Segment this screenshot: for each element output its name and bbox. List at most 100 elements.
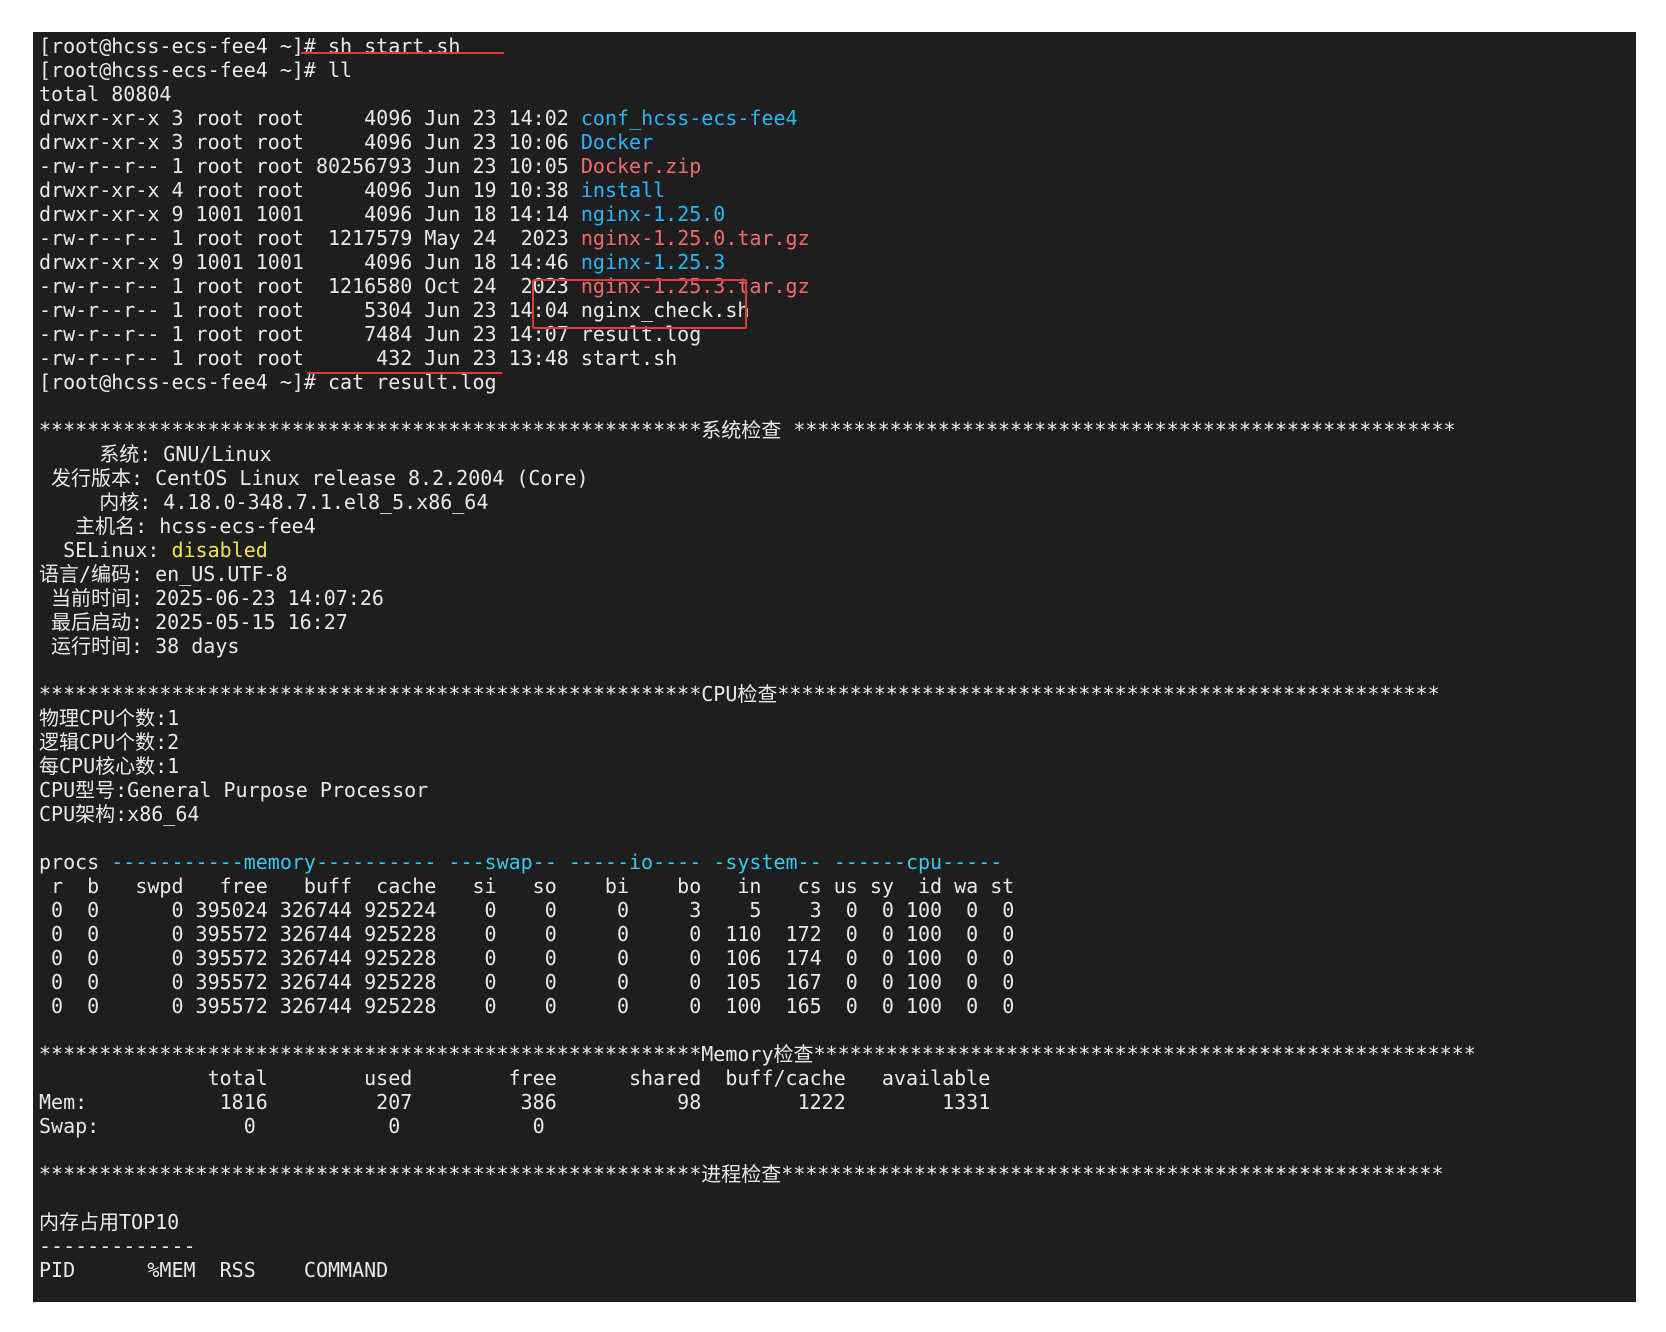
terminal-text: 当前时间: 2025-06-23 14:07:26 <box>39 586 384 610</box>
terminal-line: 物理CPU个数:1 <box>39 706 1476 730</box>
annotation-underline-cat-command <box>307 372 502 374</box>
terminal-line: 内核: 4.18.0-348.7.1.el8_5.x86_64 <box>39 490 1476 514</box>
terminal-text: total 80804 <box>39 82 172 106</box>
terminal-text: PID %MEM RSS COMMAND <box>39 1258 389 1282</box>
terminal-text: 发行版本: CentOS Linux release 8.2.2004 (Cor… <box>39 466 589 490</box>
terminal-colored-text: install <box>580 178 666 202</box>
terminal-line: [root@hcss-ecs-fee4 ~]# cat result.log <box>39 370 1476 394</box>
terminal-line: drwxr-xr-x 9 1001 1001 4096 Jun 18 14:46… <box>39 250 1476 274</box>
terminal-line: 0 0 0 395024 326744 925224 0 0 0 3 5 3 0… <box>39 898 1476 922</box>
terminal-line: ****************************************… <box>39 418 1476 442</box>
terminal-text: r b swpd free buff cache si so bi bo in … <box>39 874 1015 898</box>
terminal-line: SELinux: disabled <box>39 538 1476 562</box>
terminal-text: -rw-r--r-- 1 root root 432 Jun 23 13:48 … <box>39 346 678 370</box>
terminal-line: ------------- <box>39 1234 1476 1258</box>
terminal-window[interactable]: [root@hcss-ecs-fee4 ~]# sh start.sh [root… <box>33 32 1636 1302</box>
terminal-text: 0 0 0 395572 326744 925228 0 0 0 0 105 1… <box>39 970 1015 994</box>
terminal-line: -rw-r--r-- 1 root root 80256793 Jun 23 1… <box>39 154 1476 178</box>
terminal-line: Mem: 1816 207 386 98 1222 1331 <box>39 1090 1476 1114</box>
terminal-text: drwxr-xr-x 3 root root 4096 Jun 23 10:06 <box>39 130 581 154</box>
terminal-text: -rw-r--r-- 1 root root 1217579 May 24 20… <box>39 226 581 250</box>
terminal-text: drwxr-xr-x 3 root root 4096 Jun 23 14:02 <box>39 106 581 130</box>
terminal-text: drwxr-xr-x 9 1001 1001 4096 Jun 18 14:14 <box>39 202 581 226</box>
terminal-text: 0 0 0 395572 326744 925228 0 0 0 0 100 1… <box>39 994 1015 1018</box>
terminal-text: -rw-r--r-- 1 root root 1216580 Oct 24 20… <box>39 274 581 298</box>
terminal-line: 当前时间: 2025-06-23 14:07:26 <box>39 586 1476 610</box>
terminal-line: drwxr-xr-x 3 root root 4096 Jun 23 14:02… <box>39 106 1476 130</box>
terminal-line: CPU型号:General Purpose Processor <box>39 778 1476 802</box>
terminal-line: 最后启动: 2025-05-15 16:27 <box>39 610 1476 634</box>
terminal-line: ****************************************… <box>39 682 1476 706</box>
terminal-text: 0 0 0 395024 326744 925224 0 0 0 3 5 3 0… <box>39 898 1015 922</box>
terminal-line: drwxr-xr-x 4 root root 4096 Jun 19 10:38… <box>39 178 1476 202</box>
terminal-text: 运行时间: 38 days <box>39 634 240 658</box>
terminal-line: 0 0 0 395572 326744 925228 0 0 0 0 105 1… <box>39 970 1476 994</box>
terminal-line: 内存占用TOP10 <box>39 1210 1476 1234</box>
terminal-text: SELinux: <box>39 538 172 562</box>
terminal-line: 系统: GNU/Linux <box>39 442 1476 466</box>
terminal-text: ****************************************… <box>39 682 1440 706</box>
terminal-line: [root@hcss-ecs-fee4 ~]# sh start.sh <box>39 34 1476 58</box>
terminal-text: 内核: 4.18.0-348.7.1.el8_5.x86_64 <box>39 490 489 514</box>
terminal-text: 0 0 0 395572 326744 925228 0 0 0 0 106 1… <box>39 946 1015 970</box>
terminal-line: 每CPU核心数:1 <box>39 754 1476 778</box>
terminal-text: 系统: GNU/Linux <box>39 442 272 466</box>
terminal-text: 主机名: hcss-ecs-fee4 <box>39 514 316 538</box>
terminal-text: 0 0 0 395572 326744 925228 0 0 0 0 110 1… <box>39 922 1015 946</box>
terminal-line: PID %MEM RSS COMMAND <box>39 1258 1476 1282</box>
terminal-line: -rw-r--r-- 1 root root 7484 Jun 23 14:07… <box>39 322 1476 346</box>
terminal-line: ****************************************… <box>39 1162 1476 1186</box>
terminal-line: drwxr-xr-x 3 root root 4096 Jun 23 10:06… <box>39 130 1476 154</box>
terminal-text: [root@hcss-ecs-fee4 ~]# sh start.sh <box>39 34 461 58</box>
terminal-line: 0 0 0 395572 326744 925228 0 0 0 0 106 1… <box>39 946 1476 970</box>
terminal-colored-text: disabled <box>171 538 268 562</box>
terminal-text: ------------- <box>39 1234 196 1258</box>
terminal-text: -rw-r--r-- 1 root root 80256793 Jun 23 1… <box>39 154 581 178</box>
terminal-text: procs <box>39 850 112 874</box>
terminal-text: ****************************************… <box>39 1162 1444 1186</box>
terminal-line: 运行时间: 38 days <box>39 634 1476 658</box>
terminal-text: ****************************************… <box>39 1042 1476 1066</box>
terminal-colored-text: conf_hcss-ecs-fee4 <box>580 106 798 130</box>
terminal-line: 0 0 0 395572 326744 925228 0 0 0 0 100 1… <box>39 994 1476 1018</box>
terminal-text: 逻辑CPU个数:2 <box>39 730 180 754</box>
terminal-line: -rw-r--r-- 1 root root 5304 Jun 23 14:04… <box>39 298 1476 322</box>
annotation-underline-start-command <box>301 52 504 54</box>
terminal-text: drwxr-xr-x 4 root root 4096 Jun 19 10:38 <box>39 178 581 202</box>
terminal-line: drwxr-xr-x 9 1001 1001 4096 Jun 18 14:14… <box>39 202 1476 226</box>
terminal-line: 逻辑CPU个数:2 <box>39 730 1476 754</box>
terminal-line: ****************************************… <box>39 1042 1476 1066</box>
terminal-line: 发行版本: CentOS Linux release 8.2.2004 (Cor… <box>39 466 1476 490</box>
terminal-colored-text: -----------memory---------- ---swap-- --… <box>111 850 1003 874</box>
terminal-output: [root@hcss-ecs-fee4 ~]# sh start.sh [root… <box>39 34 1476 1282</box>
terminal-text: [root@hcss-ecs-fee4 ~]# ll <box>39 58 353 82</box>
terminal-line: Swap: 0 0 0 <box>39 1114 1476 1138</box>
terminal-colored-text: nginx-1.25.0.tar.gz <box>580 226 810 250</box>
terminal-line: r b swpd free buff cache si so bi bo in … <box>39 874 1476 898</box>
terminal-text: Mem: 1816 207 386 98 1222 1331 <box>39 1090 991 1114</box>
terminal-colored-text: Docker.zip <box>580 154 702 178</box>
terminal-line: [root@hcss-ecs-fee4 ~]# ll <box>39 58 1476 82</box>
terminal-text: 物理CPU个数:1 <box>39 706 180 730</box>
terminal-line: -rw-r--r-- 1 root root 432 Jun 23 13:48 … <box>39 346 1476 370</box>
terminal-text: CPU型号:General Purpose Processor <box>39 778 429 802</box>
terminal-line: 语言/编码: en_US.UTF-8 <box>39 562 1476 586</box>
terminal-colored-text: nginx-1.25.3 <box>580 250 726 274</box>
terminal-text: ****************************************… <box>39 418 1456 442</box>
terminal-line: -rw-r--r-- 1 root root 1216580 Oct 24 20… <box>39 274 1476 298</box>
terminal-line: procs -----------memory---------- ---swa… <box>39 850 1476 874</box>
terminal-line: -rw-r--r-- 1 root root 1217579 May 24 20… <box>39 226 1476 250</box>
terminal-line: 0 0 0 395572 326744 925228 0 0 0 0 110 1… <box>39 922 1476 946</box>
terminal-text: CPU架构:x86_64 <box>39 802 200 826</box>
terminal-line: 主机名: hcss-ecs-fee4 <box>39 514 1476 538</box>
terminal-colored-text: Docker <box>580 130 654 154</box>
terminal-text: total used free shared buff/cache availa… <box>39 1066 991 1090</box>
terminal-line: total 80804 <box>39 82 1476 106</box>
terminal-line: total used free shared buff/cache availa… <box>39 1066 1476 1090</box>
terminal-colored-text: nginx-1.25.0 <box>580 202 726 226</box>
